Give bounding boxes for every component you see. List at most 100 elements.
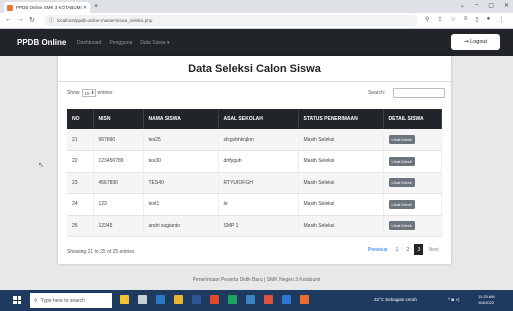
file-explorer-icon[interactable] bbox=[174, 295, 183, 304]
url-field[interactable]: ⓘ localhost/ppdb-online-master/siswa_sel… bbox=[44, 15, 418, 26]
data-card: Data Seleksi Calon Siswa Show 10 ⬍ entri… bbox=[58, 56, 451, 264]
chrome-icon[interactable] bbox=[228, 295, 237, 304]
browser-tab-strip: PPDB Online SMK 3 KOTABUMI ✕ + ⌄ – ▢ ✕ bbox=[0, 0, 513, 13]
table-header-row: NO NISN NAMA SISWA ASAL SEKOLAH STATUS P… bbox=[67, 109, 442, 129]
cell-status: Masih Seleksi bbox=[298, 129, 384, 151]
cell-nama: andri sugianto bbox=[143, 215, 219, 237]
nav-dashboard[interactable]: Dashboard bbox=[77, 40, 101, 46]
view-detail-button[interactable]: Lihat Detail bbox=[388, 221, 415, 231]
site-navbar: PPDB Online Dashboard Pengguna Data Sisw… bbox=[0, 29, 513, 56]
zoom-icon[interactable]: ⚲ bbox=[425, 16, 429, 23]
view-detail-button[interactable]: Lihat Detail bbox=[388, 156, 415, 166]
col-asal-sekolah[interactable]: ASAL SEKOLAH bbox=[218, 109, 299, 129]
cell-detail: Lihat Detail bbox=[383, 172, 442, 194]
word-icon[interactable] bbox=[192, 295, 201, 304]
cell-no: 22 bbox=[67, 150, 94, 173]
app-icon[interactable] bbox=[282, 295, 291, 304]
close-window-icon[interactable]: ✕ bbox=[504, 2, 509, 9]
cell-asal: drtfyguh bbox=[218, 150, 299, 173]
reading-list-icon[interactable]: ≡ bbox=[464, 16, 468, 23]
cell-nama: tes25 bbox=[143, 129, 219, 151]
cell-detail: Lihat Detail bbox=[383, 215, 442, 237]
cell-nisn: 123456789 bbox=[93, 150, 144, 173]
table-row: 25 12345 andri sugianto SMP 1 Masih Sele… bbox=[67, 215, 442, 237]
window-controls: ⌄ – ▢ ✕ bbox=[460, 2, 509, 9]
app-icon[interactable] bbox=[300, 295, 309, 304]
cell-no: 21 bbox=[67, 129, 94, 151]
col-detail[interactable]: DETAIL SISWA bbox=[383, 109, 442, 129]
app-icon[interactable] bbox=[264, 295, 273, 304]
tab-title: PPDB Online SMK 3 KOTABUMI bbox=[16, 5, 82, 10]
new-tab-icon[interactable]: + bbox=[94, 3, 98, 10]
nav-data-siswa-dropdown[interactable]: Data Siswa ▾ bbox=[140, 40, 169, 46]
app-icon[interactable] bbox=[246, 295, 255, 304]
select-arrow-icon: ⬍ bbox=[90, 90, 95, 95]
cell-detail: Lihat Detail bbox=[383, 150, 442, 173]
cell-no: 25 bbox=[67, 215, 94, 237]
col-nama-siswa[interactable]: NAMA SISWA bbox=[143, 109, 219, 129]
cell-detail: Lihat Detail bbox=[383, 129, 442, 151]
pagination-next[interactable]: Next bbox=[425, 244, 441, 255]
cell-no: 24 bbox=[67, 193, 94, 216]
students-table: NO NISN NAMA SISWA ASAL SEKOLAH STATUS P… bbox=[67, 109, 442, 237]
bookmark-star-icon[interactable]: ☆ bbox=[450, 16, 455, 23]
pagination-page-1[interactable]: 1 bbox=[392, 244, 401, 255]
entries-select[interactable]: 10 ⬍ bbox=[81, 89, 96, 97]
close-tab-icon[interactable]: ✕ bbox=[83, 5, 87, 11]
pagination-page-3-active[interactable]: 3 bbox=[414, 244, 424, 255]
cell-nisn: 567890 bbox=[93, 129, 144, 151]
view-detail-button[interactable]: Lihat Detail bbox=[388, 199, 415, 209]
reload-icon[interactable]: ↻ bbox=[29, 16, 35, 24]
minimize-icon[interactable]: – bbox=[475, 2, 478, 9]
site-info-icon[interactable]: ⓘ bbox=[49, 17, 54, 24]
view-detail-button[interactable]: Lihat Detail bbox=[388, 178, 415, 188]
app-icon[interactable] bbox=[120, 295, 129, 304]
cell-asal: RTYUIOFGH bbox=[218, 172, 299, 194]
search-icon: ⚲ bbox=[34, 297, 38, 304]
taskbar-search-box[interactable]: ⚲ Type here to search bbox=[30, 293, 112, 308]
logout-label: Logout bbox=[470, 39, 487, 45]
browser-tab[interactable]: PPDB Online SMK 3 KOTABUMI ✕ bbox=[4, 2, 90, 13]
taskbar-clock[interactable]: 11:25 AM 8/4/2022 bbox=[478, 294, 495, 306]
site-favicon-icon bbox=[7, 4, 13, 11]
cell-nisn: 4567890 bbox=[93, 172, 144, 194]
profile-icon[interactable]: ● bbox=[487, 16, 491, 23]
windows-start-icon[interactable] bbox=[13, 296, 21, 304]
app-icon[interactable] bbox=[210, 295, 219, 304]
cell-status: Masih Seleksi bbox=[298, 172, 384, 194]
side-panel-icon[interactable]: ▯ bbox=[475, 16, 478, 23]
logout-button[interactable]: ⇥ Logout bbox=[451, 34, 500, 50]
forward-icon[interactable]: → bbox=[17, 16, 24, 23]
cell-status: Masih Seleksi bbox=[298, 150, 384, 173]
browser-toolbar-icons: ⚲ ⇪ ☆ ≡ ▯ ● ⋮ bbox=[425, 16, 504, 23]
view-detail-button[interactable]: Lihat Detail bbox=[388, 135, 415, 144]
col-status[interactable]: STATUS PENERIMAAN bbox=[298, 109, 384, 129]
brand-logo-text[interactable]: PPDB Online bbox=[17, 38, 66, 47]
cell-nama: tes30 bbox=[143, 150, 219, 173]
pagination-page-2[interactable]: 2 bbox=[403, 244, 412, 255]
task-view-icon[interactable] bbox=[138, 295, 147, 304]
nav-menu: Dashboard Pengguna Data Siswa ▾ bbox=[77, 40, 169, 46]
cell-nama: TES40 bbox=[143, 172, 219, 194]
table-row: 21 567890 tes25 sfcgvbhknjkm Masih Selek… bbox=[67, 129, 442, 151]
browser-menu-icon[interactable]: ⋮ bbox=[498, 16, 504, 23]
system-tray-icons[interactable]: ^ ◙ ◖) bbox=[448, 297, 460, 302]
entries-select-value: 10 bbox=[84, 90, 90, 96]
tab-search-icon[interactable]: ⌄ bbox=[460, 2, 465, 9]
col-nisn[interactable]: NISN bbox=[93, 109, 144, 129]
edge-icon[interactable] bbox=[156, 295, 165, 304]
nav-pengguna[interactable]: Pengguna bbox=[109, 40, 132, 46]
table-search-input[interactable] bbox=[393, 88, 445, 98]
cell-asal: te bbox=[218, 193, 299, 216]
cell-asal: SMP 1 bbox=[218, 215, 299, 237]
cell-status: Masih Seleksi bbox=[298, 215, 384, 237]
col-no[interactable]: NO bbox=[67, 109, 94, 129]
page-title: Data Seleksi Calon Siswa bbox=[188, 63, 321, 75]
cell-nisn: 123 bbox=[93, 193, 144, 216]
back-icon[interactable]: ← bbox=[5, 16, 12, 23]
pagination-previous[interactable]: Previous bbox=[365, 244, 390, 255]
share-icon[interactable]: ⇪ bbox=[437, 16, 442, 23]
weather-widget[interactable]: 32°C Sebagian cerah bbox=[374, 297, 417, 302]
cell-asal: sfcgvbhknjkm bbox=[218, 129, 299, 151]
maximize-icon[interactable]: ▢ bbox=[488, 2, 494, 9]
